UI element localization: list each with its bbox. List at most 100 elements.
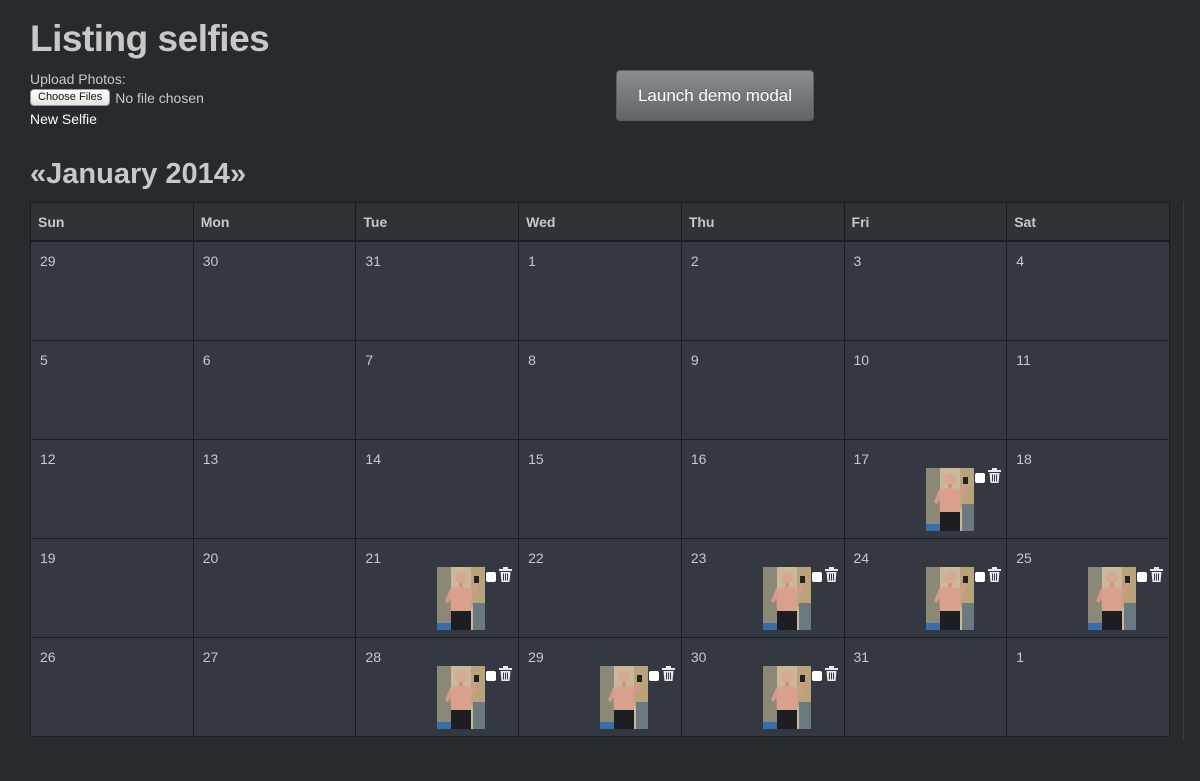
calendar-week-row: 12 13 14 15 16 17 18: [30, 438, 1170, 539]
month-label: January 2014: [46, 158, 230, 190]
calendar-day-cell[interactable]: 29: [518, 636, 682, 737]
calendar-day-cell[interactable]: 26: [30, 636, 194, 737]
calendar-day-cell[interactable]: 7: [355, 339, 520, 440]
day-number: 12: [40, 450, 56, 467]
selfie-entry: [600, 665, 676, 729]
checkbox-icon[interactable]: [974, 571, 985, 582]
calendar-day-cell[interactable]: 31: [355, 240, 520, 341]
calendar-day-cell[interactable]: 20: [192, 537, 357, 638]
calendar-grid: Sun Mon Tue Wed Thu Fri Sat 29 30 31 1 2 3 4 5 6…: [30, 202, 1170, 737]
day-number: 29: [528, 648, 544, 665]
day-number: 24: [853, 549, 870, 566]
checkbox-icon[interactable]: [486, 670, 497, 681]
next-month-link[interactable]: »: [230, 158, 246, 191]
calendar-day-cell[interactable]: 11: [1006, 339, 1170, 440]
calendar-day-cell[interactable]: 18: [1006, 438, 1170, 539]
day-number: 22: [528, 549, 544, 566]
calendar-day-cell[interactable]: 1: [1006, 636, 1170, 737]
launch-demo-modal-button[interactable]: Launch demo modal: [616, 70, 814, 121]
selfie-photo[interactable]: [600, 665, 649, 729]
weekday-header: Wed: [518, 202, 682, 242]
calendar-day-cell[interactable]: 5: [30, 339, 194, 440]
calendar-day-cell[interactable]: 19: [30, 537, 194, 638]
calendar-day-cell[interactable]: 9: [680, 339, 845, 440]
selfie-photo[interactable]: [1088, 566, 1137, 630]
selfie-photo[interactable]: [437, 665, 486, 729]
calendar-day-cell[interactable]: 2: [680, 240, 845, 341]
day-number: 14: [365, 450, 381, 467]
calendar-week-row: 5 6 7 8 9 10 11: [30, 339, 1170, 440]
checkbox-icon[interactable]: [649, 670, 660, 681]
selfie-photo[interactable]: [762, 566, 811, 630]
checkbox-icon[interactable]: [811, 571, 822, 582]
checkbox-icon[interactable]: [974, 472, 985, 483]
prev-month-link[interactable]: «: [30, 158, 46, 191]
calendar-day-cell[interactable]: 17: [843, 438, 1008, 539]
day-number: 1: [1016, 648, 1025, 665]
trash-icon[interactable]: [1150, 566, 1164, 582]
calendar-day-cell[interactable]: 8: [518, 339, 682, 440]
calendar-day-cell[interactable]: 21: [355, 537, 520, 638]
month-header: « January 2014 »: [30, 158, 246, 191]
checkbox-icon[interactable]: [811, 670, 822, 681]
day-number: 25: [1016, 549, 1032, 566]
day-number: 18: [1016, 450, 1032, 467]
trash-icon[interactable]: [662, 665, 676, 681]
day-number: 16: [690, 450, 707, 467]
day-number: 11: [1016, 351, 1031, 368]
calendar-week-row: 29 30 31 1 2 3 4: [30, 240, 1170, 341]
day-number: 10: [853, 351, 870, 368]
selfie-entry: [762, 566, 838, 630]
calendar-day-cell[interactable]: 15: [518, 438, 682, 539]
calendar-day-cell[interactable]: 4: [1006, 240, 1170, 341]
day-number: 5: [40, 351, 48, 368]
new-selfie-link[interactable]: New Selfie: [30, 111, 97, 127]
weekday-header: Tue: [355, 202, 520, 242]
trash-icon[interactable]: [499, 665, 513, 681]
trash-icon[interactable]: [987, 467, 1001, 483]
selfie-photo[interactable]: [437, 566, 486, 630]
calendar-day-cell[interactable]: 29: [30, 240, 194, 341]
day-number: 26: [40, 648, 56, 665]
day-number: 19: [40, 549, 56, 566]
calendar-day-cell[interactable]: 16: [680, 438, 845, 539]
file-input[interactable]: Choose Files No file chosen: [30, 89, 204, 106]
day-number: 15: [528, 450, 544, 467]
trash-icon[interactable]: [824, 566, 838, 582]
day-number: 28: [365, 648, 381, 665]
calendar-day-cell[interactable]: 31: [843, 636, 1008, 737]
selfie-photo[interactable]: [925, 566, 974, 630]
calendar-day-cell[interactable]: 12: [30, 438, 194, 539]
calendar-day-cell[interactable]: 1: [518, 240, 682, 341]
day-number: 9: [690, 351, 699, 368]
checkbox-icon[interactable]: [486, 571, 497, 582]
day-number: 13: [202, 450, 219, 467]
selfie-photo[interactable]: [762, 665, 811, 729]
calendar-day-cell[interactable]: 24: [843, 537, 1008, 638]
day-number: 21: [365, 549, 381, 566]
trash-icon[interactable]: [824, 665, 838, 681]
calendar-day-cell[interactable]: 28: [355, 636, 520, 737]
calendar-day-cell[interactable]: 23: [680, 537, 845, 638]
calendar-week-row: 19 20 21 22 23 24 25: [30, 537, 1170, 638]
calendar-day-cell[interactable]: 6: [192, 339, 357, 440]
calendar-day-cell[interactable]: 27: [192, 636, 357, 737]
choose-files-button[interactable]: Choose Files: [30, 89, 111, 106]
calendar-day-cell[interactable]: 10: [843, 339, 1008, 440]
weekday-header: Sun: [30, 202, 194, 242]
file-status: No file chosen: [115, 89, 204, 106]
day-number: 30: [202, 253, 219, 269]
calendar-day-cell[interactable]: 25: [1006, 537, 1170, 638]
calendar-day-cell[interactable]: 14: [355, 438, 520, 539]
trash-icon[interactable]: [987, 566, 1001, 582]
trash-icon[interactable]: [499, 566, 513, 582]
selfie-photo[interactable]: [925, 467, 974, 531]
calendar-day-cell[interactable]: 22: [518, 537, 682, 638]
day-number: 29: [40, 253, 56, 269]
calendar-day-cell[interactable]: 13: [192, 438, 357, 539]
calendar-day-cell[interactable]: 30: [680, 636, 845, 737]
calendar-day-cell[interactable]: 30: [192, 240, 357, 341]
checkbox-icon[interactable]: [1137, 571, 1148, 582]
page: Listing selfies Upload Photos: Choose Fi…: [0, 0, 1200, 781]
calendar-day-cell[interactable]: 3: [843, 240, 1008, 341]
